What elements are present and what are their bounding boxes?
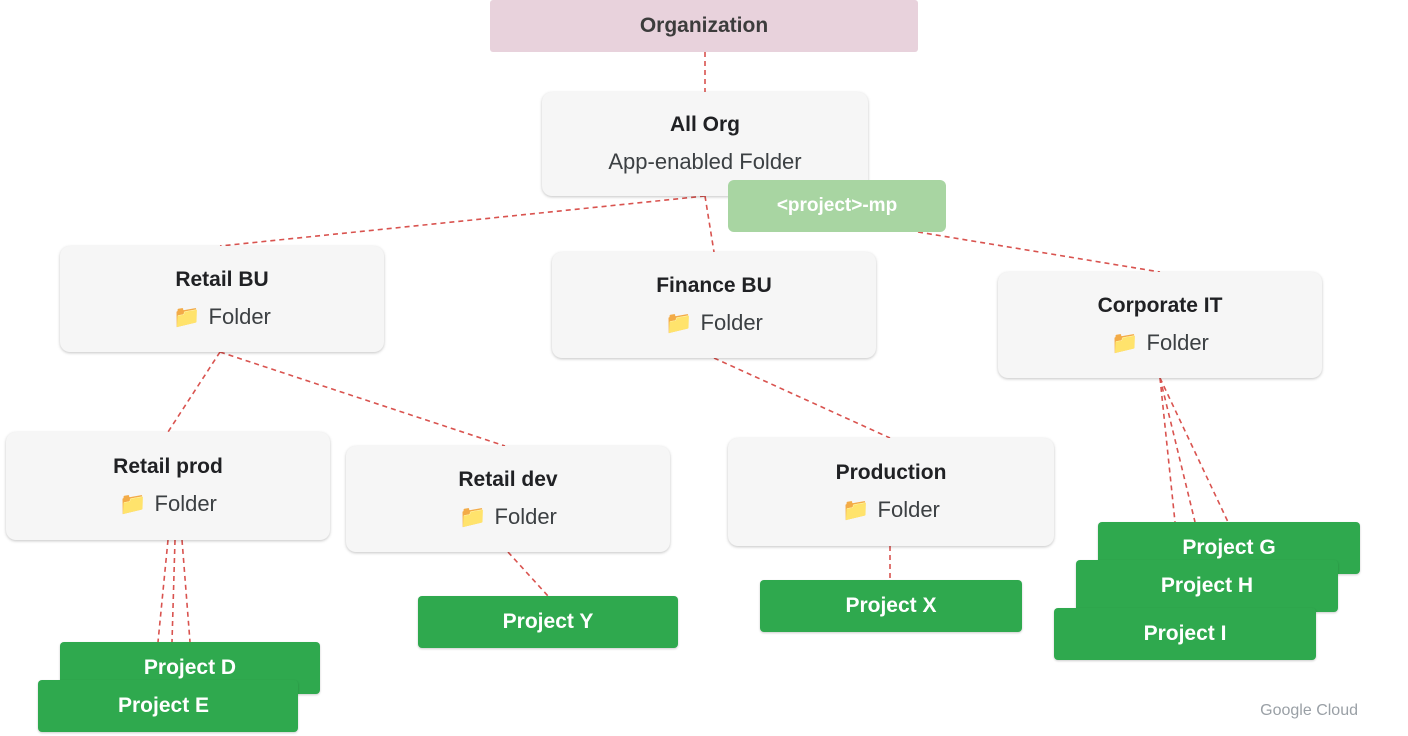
- folder-icon: 📁: [842, 497, 870, 522]
- retail-bu-node: Retail BU 📁 Folder: [60, 246, 384, 352]
- organization-label: Organization: [639, 14, 769, 37]
- all-org-subtitle: App-enabled Folder: [608, 149, 802, 174]
- project-h-node: Project H: [1076, 560, 1338, 612]
- project-i-label: Project I: [1143, 622, 1227, 645]
- retail-prod-node: Retail prod 📁 Folder: [6, 432, 330, 540]
- retail-dev-type: 📁 Folder: [459, 504, 557, 530]
- connector-allorg-retailbu: [219, 195, 706, 247]
- folder-label: Folder: [1146, 330, 1209, 355]
- project-mp-node: <project>-mp: [728, 180, 946, 232]
- connector-corporateit-projectg: [1159, 377, 1176, 523]
- project-g-label: Project G: [1182, 536, 1276, 559]
- connector-retailprod-projectd2: [171, 539, 176, 643]
- corporate-it-node: Corporate IT 📁 Folder: [998, 272, 1322, 378]
- project-mp-label: <project>-mp: [776, 195, 898, 216]
- finance-bu-title: Finance BU: [656, 274, 772, 297]
- production-type: 📁 Folder: [842, 497, 940, 523]
- folder-label: Folder: [700, 310, 763, 335]
- retail-bu-title: Retail BU: [175, 268, 269, 291]
- retail-prod-type: 📁 Folder: [119, 491, 217, 517]
- finance-bu-node: Finance BU 📁 Folder: [552, 252, 876, 358]
- retail-prod-title: Retail prod: [113, 455, 223, 478]
- project-x-label: Project X: [845, 594, 937, 617]
- project-h-label: Project H: [1160, 574, 1254, 597]
- project-e-label: Project E: [118, 694, 210, 717]
- connector-retaildev-projecty: [507, 551, 549, 597]
- connector-retailbu-retailprod: [167, 351, 221, 433]
- google-cloud-logo: Google Cloud: [1260, 702, 1358, 719]
- retail-dev-title: Retail dev: [458, 468, 558, 491]
- corporate-it-type: 📁 Folder: [1111, 330, 1209, 356]
- project-d-label: Project D: [143, 656, 237, 679]
- production-node: Production 📁 Folder: [728, 438, 1054, 546]
- project-e-node: Project E: [38, 680, 298, 732]
- retail-bu-type: 📁 Folder: [173, 304, 271, 330]
- project-x-node: Project X: [760, 580, 1022, 632]
- retail-dev-node: Retail dev 📁 Folder: [346, 446, 670, 552]
- folder-label: Folder: [494, 504, 557, 529]
- folder-icon: 📁: [459, 504, 487, 529]
- folder-icon: 📁: [173, 304, 201, 329]
- folder-icon: 📁: [665, 310, 693, 335]
- project-i-node: Project I: [1054, 608, 1316, 660]
- folder-label: Folder: [877, 497, 940, 522]
- project-y-label: Project Y: [502, 610, 594, 633]
- production-title: Production: [835, 461, 947, 484]
- project-y-node: Project Y: [418, 596, 678, 648]
- connector-corporateit-projecti: [1159, 377, 1229, 523]
- connector-financebu-production: [713, 357, 891, 439]
- folder-label: Folder: [154, 491, 217, 516]
- connector-retailprod-projectd1: [157, 539, 169, 643]
- finance-bu-type: 📁 Folder: [665, 310, 763, 336]
- all-org-title: All Org: [669, 113, 740, 136]
- connector-mp-corporateit: [917, 231, 1161, 273]
- organization-node: Organization: [490, 0, 918, 52]
- folder-label: Folder: [208, 304, 271, 329]
- folder-icon: 📁: [1111, 330, 1139, 355]
- connector-corporateit-projecth: [1159, 377, 1196, 523]
- connector-retailprod-projecte: [181, 539, 191, 643]
- corporate-it-title: Corporate IT: [1097, 294, 1223, 317]
- connector-allorg-financebu: [704, 195, 715, 253]
- folder-icon: 📁: [119, 491, 147, 516]
